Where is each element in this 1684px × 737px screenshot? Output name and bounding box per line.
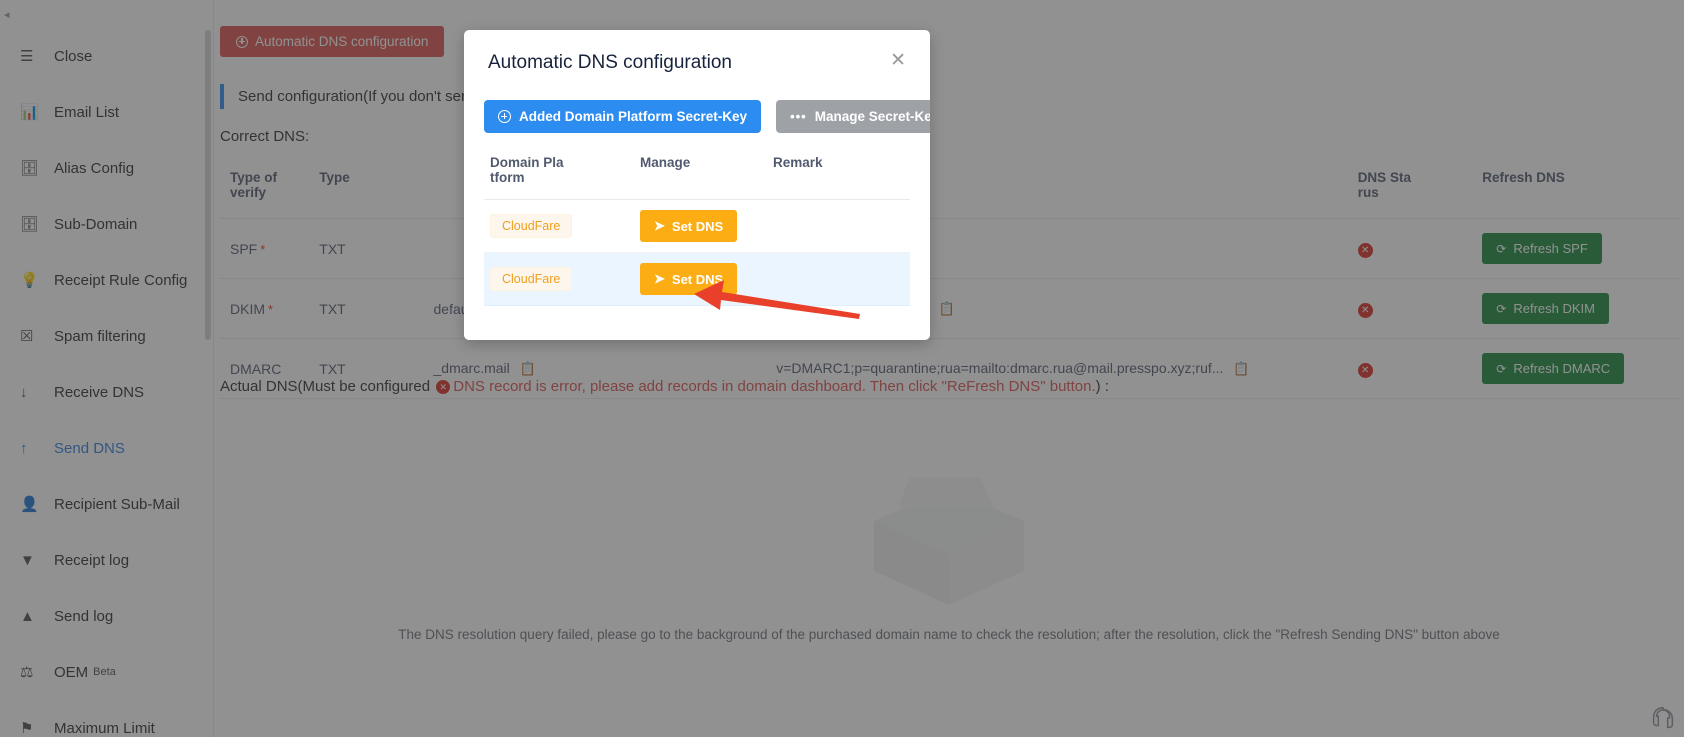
- cell-manage: ➤ Set DNS: [634, 199, 767, 253]
- manage-secret-key-button[interactable]: ••• Manage Secret-Key: [776, 100, 930, 133]
- plus-circle-icon: [498, 110, 511, 123]
- col-manage: Manage: [634, 147, 767, 200]
- cell-platform: CloudFare: [484, 199, 634, 253]
- cell-platform: CloudFare: [484, 252, 634, 306]
- modal-header: Automatic DNS configuration ✕: [464, 30, 930, 74]
- col-remark: Remark: [767, 147, 910, 200]
- added-domain-platform-secret-key-button[interactable]: Added Domain Platform Secret-Key: [484, 100, 762, 133]
- col-domain-platform: Domain Pla tform: [484, 147, 634, 200]
- platform-tag: CloudFare: [490, 267, 573, 291]
- modal-table-header-row: Domain Pla tform Manage Remark: [484, 147, 910, 200]
- ellipsis-icon: •••: [790, 109, 807, 124]
- send-icon: ➤: [654, 271, 665, 286]
- platform-tag: CloudFare: [490, 214, 573, 238]
- send-icon: ➤: [654, 218, 665, 233]
- modal-action-buttons: Added Domain Platform Secret-Key ••• Man…: [484, 100, 930, 133]
- cell-remark: [767, 199, 910, 253]
- modal-title: Automatic DNS configuration: [488, 52, 732, 73]
- annotation-arrow: [694, 280, 860, 319]
- set-dns-button[interactable]: ➤ Set DNS: [640, 210, 738, 242]
- close-icon[interactable]: ✕: [884, 50, 912, 71]
- app-root: ◂ ☰ Close 📊 Email List 🗄 Alias Config 🗄 …: [0, 0, 1684, 737]
- table-row: CloudFare ➤ Set DNS: [484, 199, 910, 253]
